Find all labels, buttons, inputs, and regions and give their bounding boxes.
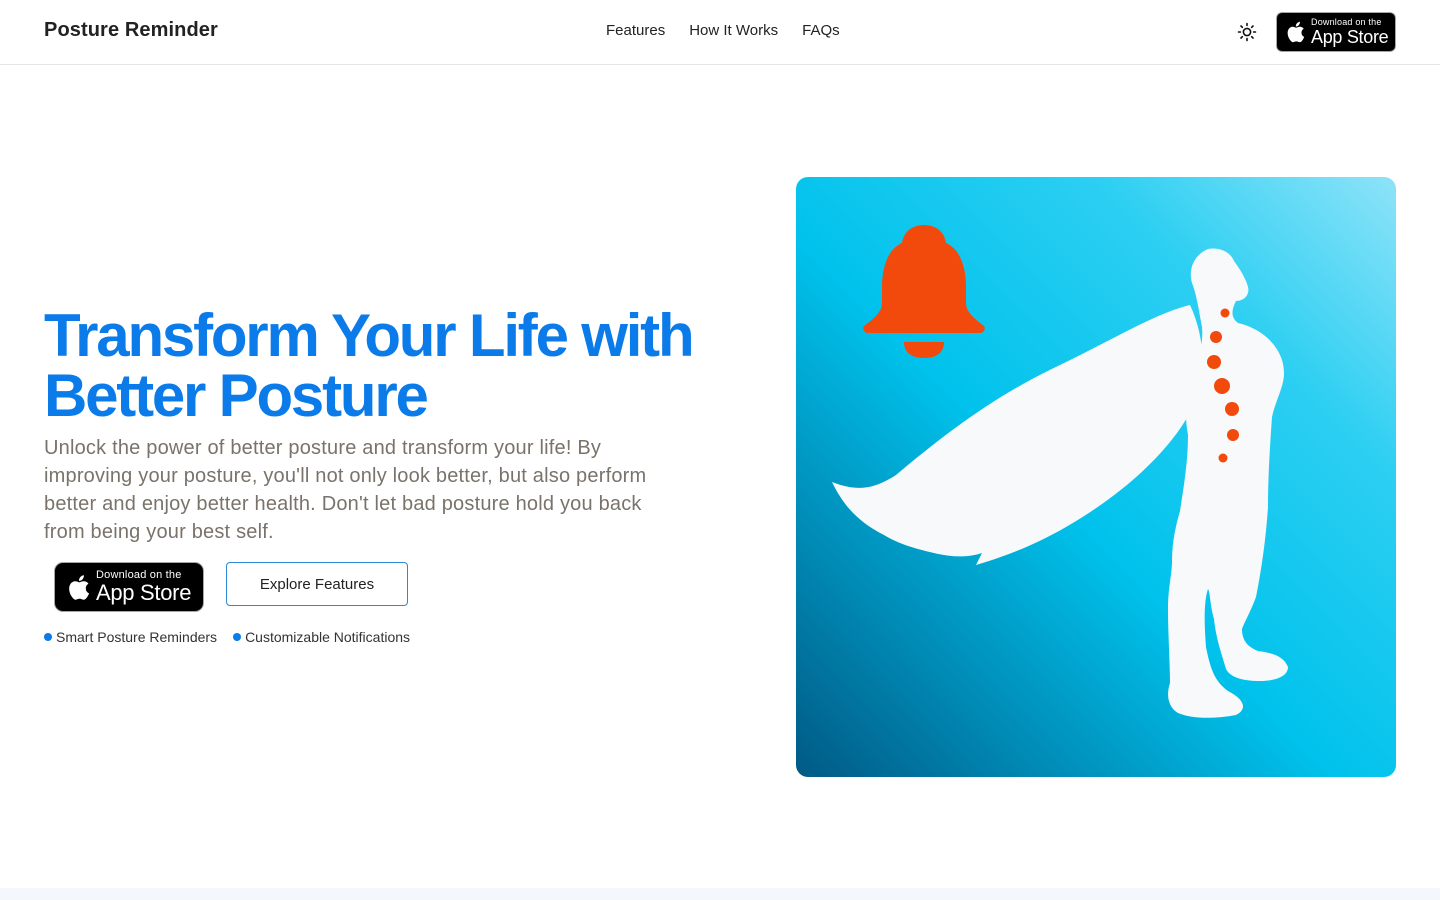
nav-link-how-it-works[interactable]: How It Works [689,22,778,39]
header-app-store-badge[interactable]: Download on the App Store [1276,12,1396,52]
feature-list: Smart Posture Reminders Customizable Not… [44,629,410,645]
apple-icon [69,574,90,600]
feature-item: Smart Posture Reminders [44,629,217,645]
posture-illustration [796,177,1396,777]
theme-toggle-button[interactable] [1234,19,1260,45]
feature-label: Smart Posture Reminders [56,629,218,645]
hero-description: Unlock the power of better posture and t… [44,437,647,543]
hero-title: Transform Your Life with Better Posture [44,302,695,429]
nav-link-features[interactable]: Features [606,22,665,39]
hero-app-store-badge[interactable]: Download on the App Store [54,562,204,612]
nav-link-faqs[interactable]: FAQs [802,22,840,39]
bullet-dot-icon [233,633,242,641]
badge-text: Download on the App Store [1311,17,1389,47]
hero-illustration [796,177,1396,777]
next-section-edge [0,888,1440,900]
feature-label: Customizable Notifications [245,629,411,645]
badge-small-text: Download on the [1311,17,1382,27]
feature-item: Customizable Notifications [233,629,410,645]
sun-icon [1237,22,1257,42]
badge-text: Download on the App Store [96,570,191,604]
site-header: Posture Reminder Features How It Works F… [0,0,1440,65]
badge-big-text: App Store [96,580,192,605]
bullet-dot-icon [44,633,52,641]
explore-features-button[interactable]: Explore Features [226,562,408,606]
badge-big-text: App Store [1311,27,1389,47]
main-nav: Features How It Works FAQs [606,22,840,39]
brand-logo[interactable]: Posture Reminder [44,19,218,42]
apple-icon [1287,21,1305,43]
